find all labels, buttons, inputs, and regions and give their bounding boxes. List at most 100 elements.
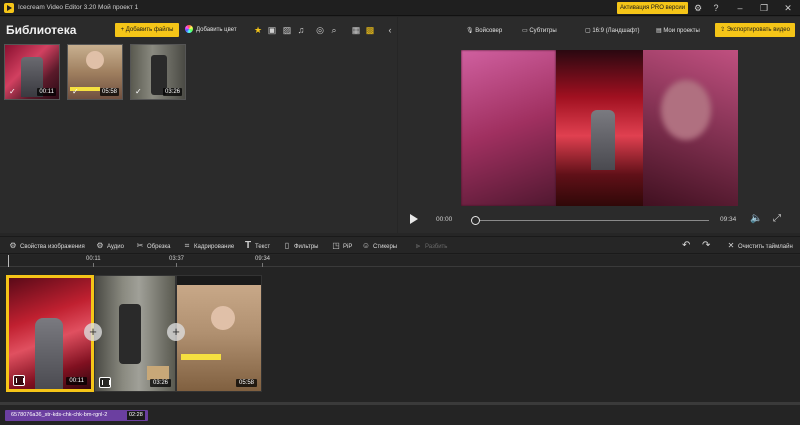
add-files-button[interactable]: + Добавить файлы bbox=[115, 23, 179, 37]
record-icon[interactable]: ◎ bbox=[313, 23, 327, 37]
timeline-clip[interactable]: 05:58 bbox=[176, 275, 262, 392]
text-label: Текст bbox=[255, 244, 271, 250]
smiley-icon: ☺ bbox=[361, 241, 371, 250]
redo-icon[interactable]: ↷ bbox=[702, 240, 710, 252]
text-tool[interactable]: T Текст bbox=[243, 240, 270, 252]
export-icon: ⇪ bbox=[720, 27, 726, 33]
filters-label: Фильтры bbox=[294, 244, 319, 250]
audio-gear-icon: ⚙ bbox=[96, 241, 104, 250]
performer-figure bbox=[35, 318, 63, 389]
star-icon[interactable]: ★ bbox=[251, 23, 265, 37]
aspect-label: 16:9 (Ландшафт) bbox=[592, 28, 640, 34]
timeline-scrollbar[interactable] bbox=[0, 402, 800, 405]
add-transition-button[interactable]: + bbox=[84, 323, 102, 341]
project-name: Мой проект 1 bbox=[98, 4, 139, 11]
stickers-tool[interactable]: ☺ Стикеры bbox=[361, 240, 397, 252]
voiceover-label: Войсовер bbox=[475, 28, 503, 34]
filters-tool[interactable]: ▯ Фильтры bbox=[282, 240, 319, 252]
clear-timeline-button[interactable]: ✕ Очистить таймлайн bbox=[726, 240, 793, 252]
aspect-ratio-button[interactable]: ▢ 16:9 (Ландшафт) bbox=[585, 24, 639, 38]
app-logo-icon bbox=[4, 3, 14, 13]
crop-label: Кадрирование bbox=[194, 244, 235, 250]
ruler-tick bbox=[93, 263, 94, 267]
library-panel: Библиотека + Добавить файлы Добавить цве… bbox=[0, 17, 397, 233]
split-icon: ⫸ bbox=[415, 241, 421, 250]
gear-icon: ⚙ bbox=[9, 241, 17, 250]
timeline-clip[interactable]: 03:26 bbox=[94, 275, 176, 392]
total-time: 09:34 bbox=[720, 216, 737, 223]
list-view-icon[interactable]: ▦ bbox=[349, 23, 363, 37]
trim-label: Обрезка bbox=[147, 244, 171, 250]
image-filter-icon[interactable]: ▨ bbox=[280, 23, 294, 37]
audio-track-name: 6578076a36_str-kds-chk-chk-bm-rgnl-2 bbox=[11, 412, 108, 418]
voiceover-button[interactable]: 🎙 Войсовер bbox=[466, 24, 502, 38]
palette-icon bbox=[185, 25, 193, 34]
activate-pro-button[interactable]: Активация PRO версии bbox=[617, 2, 688, 14]
ruler-label: 03:37 bbox=[169, 256, 185, 262]
blur-background-left bbox=[461, 50, 556, 206]
add-color-button[interactable]: Добавить цвет bbox=[185, 23, 237, 37]
close-icon[interactable]: ✕ bbox=[782, 2, 794, 14]
image-properties-label: Свойства изображения bbox=[20, 244, 85, 250]
audio-track-duration: 02:28 bbox=[127, 411, 145, 420]
add-transition-button[interactable]: + bbox=[167, 323, 185, 341]
library-item[interactable]: ✓ 05:58 bbox=[67, 44, 123, 100]
box-shape bbox=[147, 366, 169, 380]
player-controls: 00:00 09:34 🔈 ⤢ bbox=[398, 209, 800, 233]
library-title: Библиотека bbox=[6, 23, 77, 37]
music-filter-icon[interactable]: ♫ bbox=[294, 23, 308, 37]
performer-figure bbox=[591, 110, 615, 170]
help-icon[interactable]: ? bbox=[710, 2, 722, 14]
aspect-icon: ▢ bbox=[585, 28, 591, 34]
fullscreen-icon[interactable]: ⤢ bbox=[773, 213, 781, 224]
playhead[interactable] bbox=[8, 255, 9, 267]
crop-icon: ⌗ bbox=[184, 241, 190, 250]
subtitles-label: Субтитры bbox=[529, 28, 557, 34]
audio-tool[interactable]: ⚙ Аудио bbox=[95, 240, 124, 252]
app-title: Icecream Video Editor 3.20 bbox=[18, 4, 97, 11]
audio-label: Аудио bbox=[107, 244, 124, 250]
audio-track[interactable]: 6578076a36_str-kds-chk-chk-bm-rgnl-2 02:… bbox=[5, 410, 148, 421]
scissors-icon: ✂ bbox=[136, 241, 144, 250]
split-tool[interactable]: ⫸ Разбить bbox=[413, 240, 448, 252]
stickers-label: Стикеры bbox=[373, 244, 398, 250]
film-strip-icon[interactable] bbox=[13, 375, 25, 386]
my-projects-label: Мои проекты bbox=[663, 28, 700, 34]
thumb-duration: 00:11 bbox=[37, 88, 56, 96]
subtitles-icon: ▭ bbox=[522, 28, 528, 34]
library-item[interactable]: ✓ 00:11 bbox=[4, 44, 60, 100]
subtitles-button[interactable]: ▭ Субтитры bbox=[522, 24, 557, 38]
video-filter-icon[interactable]: ▣ bbox=[265, 23, 279, 37]
collapse-panel-icon[interactable]: ‹ bbox=[383, 23, 397, 37]
search-icon[interactable]: ⌕ bbox=[327, 23, 341, 37]
image-properties-tool[interactable]: ⚙ Свойства изображения bbox=[8, 240, 85, 252]
volume-icon[interactable]: 🔈 bbox=[750, 213, 762, 224]
folder-icon: ▤ bbox=[656, 28, 662, 34]
close-x-icon: ✕ bbox=[727, 241, 735, 250]
video-preview bbox=[461, 50, 738, 206]
grid-view-icon[interactable]: ▩ bbox=[363, 23, 377, 37]
crop-tool[interactable]: ⌗ Кадрирование bbox=[182, 240, 234, 252]
my-projects-button[interactable]: ▤ Мои проекты bbox=[656, 24, 700, 38]
filters-icon: ▯ bbox=[284, 241, 290, 250]
preview-panel: 🎙 Войсовер ▭ Субтитры ▢ 16:9 (Ландшафт) … bbox=[398, 17, 800, 233]
microphone-icon: 🎙 bbox=[466, 28, 474, 34]
library-item[interactable]: ✓ 03:26 bbox=[130, 44, 186, 100]
undo-icon[interactable]: ↶ bbox=[682, 240, 690, 252]
trim-tool[interactable]: ✂ Обрезка bbox=[135, 240, 171, 252]
settings-gear-icon[interactable]: ⚙ bbox=[692, 2, 704, 14]
seek-handle[interactable] bbox=[471, 216, 480, 225]
film-strip-icon[interactable] bbox=[99, 377, 111, 388]
thumb-duration: 05:58 bbox=[99, 88, 119, 96]
timeline-ruler[interactable]: 00:11 03:37 09:34 bbox=[0, 255, 800, 267]
timeline-clip[interactable]: 00:11 bbox=[6, 275, 94, 392]
minimize-icon[interactable]: – bbox=[734, 2, 746, 14]
add-color-label: Добавить цвет bbox=[196, 27, 237, 33]
current-time: 00:00 bbox=[436, 216, 453, 223]
play-icon[interactable] bbox=[410, 214, 418, 224]
seek-bar[interactable] bbox=[475, 220, 709, 221]
export-video-button[interactable]: ⇪ Экспортировать видео bbox=[715, 23, 795, 37]
clip-duration: 03:26 bbox=[149, 379, 171, 387]
maximize-icon[interactable]: ❐ bbox=[758, 2, 770, 14]
pip-tool[interactable]: ◳ PiP bbox=[331, 240, 352, 252]
